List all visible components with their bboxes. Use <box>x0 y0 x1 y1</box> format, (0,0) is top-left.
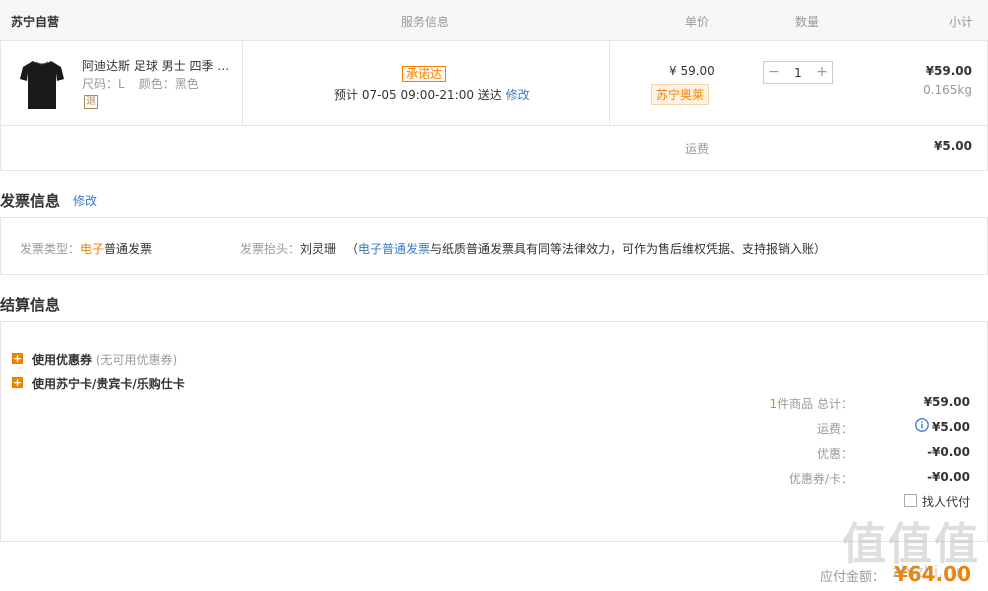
divider <box>609 41 610 125</box>
coupon-card-label: 优惠券/卡： <box>788 472 853 486</box>
items-total-label: 1件商品 总计： <box>653 395 853 412</box>
quantity-stepper: − 1 + <box>763 61 833 84</box>
freight-value: ¥5.00 <box>932 420 970 434</box>
settlement-box: + 使用优惠券 (无可用优惠券) + 使用苏宁卡/贵宾卡/乐购仕卡 1件商品 总… <box>0 321 988 542</box>
proxy-pay-checkbox[interactable] <box>904 494 917 507</box>
invoice-section-title: 发票信息 <box>0 192 61 210</box>
discount-label: 优惠： <box>816 447 853 461</box>
freight-label: 运费： <box>816 422 853 436</box>
brand-tag: 苏宁奥莱 <box>651 84 710 105</box>
qty-minus-button[interactable]: − <box>764 62 784 83</box>
coupon-label[interactable]: 使用优惠券 <box>32 353 92 367</box>
expand-card-icon[interactable]: + <box>12 377 23 388</box>
delivery-eta: 预计 07-05 09:00-21:00 送达 修改 <box>334 86 530 103</box>
coupon-card-value: -¥0.00 <box>927 470 970 484</box>
col-price-header: 单价 <box>685 15 710 29</box>
store-name: 苏宁自营 <box>11 15 60 29</box>
product-name[interactable]: 阿迪达斯 足球 男士 四季 跑步 短袖T恤 <box>82 57 240 74</box>
unit-price: ¥ 59.00 <box>669 64 715 78</box>
invoice-edit-link[interactable]: 修改 <box>73 192 97 209</box>
invoice-note-open: （ <box>346 242 359 256</box>
col-qty-header: 数量 <box>795 15 820 29</box>
product-attributes: 尺码：L 颜色：黑色 <box>82 75 199 92</box>
product-weight: 0.165kg <box>923 83 972 97</box>
coupon-note: (无可用优惠券) <box>95 353 178 367</box>
qty-input[interactable]: 1 <box>784 66 812 80</box>
invoice-header: 发票抬头：刘灵珊 <box>240 240 336 257</box>
watermark-url: zhizhi.ru <box>892 562 960 581</box>
coupon-option[interactable]: 使用优惠券 (无可用优惠券) <box>32 351 177 368</box>
items-total-text: 件商品 总计： <box>777 397 853 411</box>
shipping-row: 运费 ¥5.00 <box>0 126 988 171</box>
invoice-header-value: 刘灵珊 <box>300 242 337 256</box>
col-subtotal-header: 小计 <box>948 15 973 29</box>
card-option-label[interactable]: 使用苏宁卡/贵宾卡/乐购仕卡 <box>32 375 185 392</box>
info-icon[interactable] <box>915 418 929 432</box>
expand-coupon-icon[interactable]: + <box>12 353 23 364</box>
cart-header: 苏宁自营 服务信息 单价 数量 小计 <box>0 0 988 41</box>
settlement-section-title: 结算信息 <box>0 296 61 314</box>
promise-delivery-badge: 承诺达 <box>402 66 447 82</box>
product-color: 颜色：黑色 <box>138 77 199 91</box>
product-image-tshirt-icon[interactable] <box>19 59 65 111</box>
invoice-note-link[interactable]: 电子普通发票 <box>358 242 430 256</box>
invoice-note-text: 与纸质普通发票具有同等法律效力，可作为售后维权凭据、支持报销入账） <box>430 242 827 256</box>
delivery-edit-link[interactable]: 修改 <box>506 88 530 102</box>
product-subtotal: ¥59.00 <box>925 64 972 78</box>
qty-plus-button[interactable]: + <box>812 62 832 83</box>
invoice-box: 发票类型：电子普通发票 发票抬头：刘灵珊 （电子普通发票与纸质普通发票具有同等法… <box>0 217 988 275</box>
invoice-type-highlight: 电子 <box>80 242 105 256</box>
product-size: 尺码：L <box>82 77 125 91</box>
delivery-eta-text: 预计 07-05 09:00-21:00 送达 <box>334 88 502 102</box>
invoice-type-value: 普通发票 <box>104 242 153 256</box>
invoice-type: 发票类型：电子普通发票 <box>20 240 152 257</box>
invoice-header-label: 发票抬头： <box>240 242 301 256</box>
return-badge: 退 <box>84 95 98 109</box>
discount-value: -¥0.00 <box>927 445 970 459</box>
invoice-type-label: 发票类型： <box>20 242 81 256</box>
shipping-label: 运费 <box>685 142 710 156</box>
invoice-note: （电子普通发票与纸质普通发票具有同等法律效力，可作为售后维权凭据、支持报销入账） <box>346 240 826 257</box>
col-service-header: 服务信息 <box>401 15 450 29</box>
shipping-amount: ¥5.00 <box>934 139 972 153</box>
product-row: 阿迪达斯 足球 男士 四季 跑步 短袖T恤 尺码：L 颜色：黑色 退 承诺达 预计… <box>0 41 988 126</box>
divider <box>242 41 243 125</box>
items-total-value: ¥59.00 <box>923 395 970 409</box>
